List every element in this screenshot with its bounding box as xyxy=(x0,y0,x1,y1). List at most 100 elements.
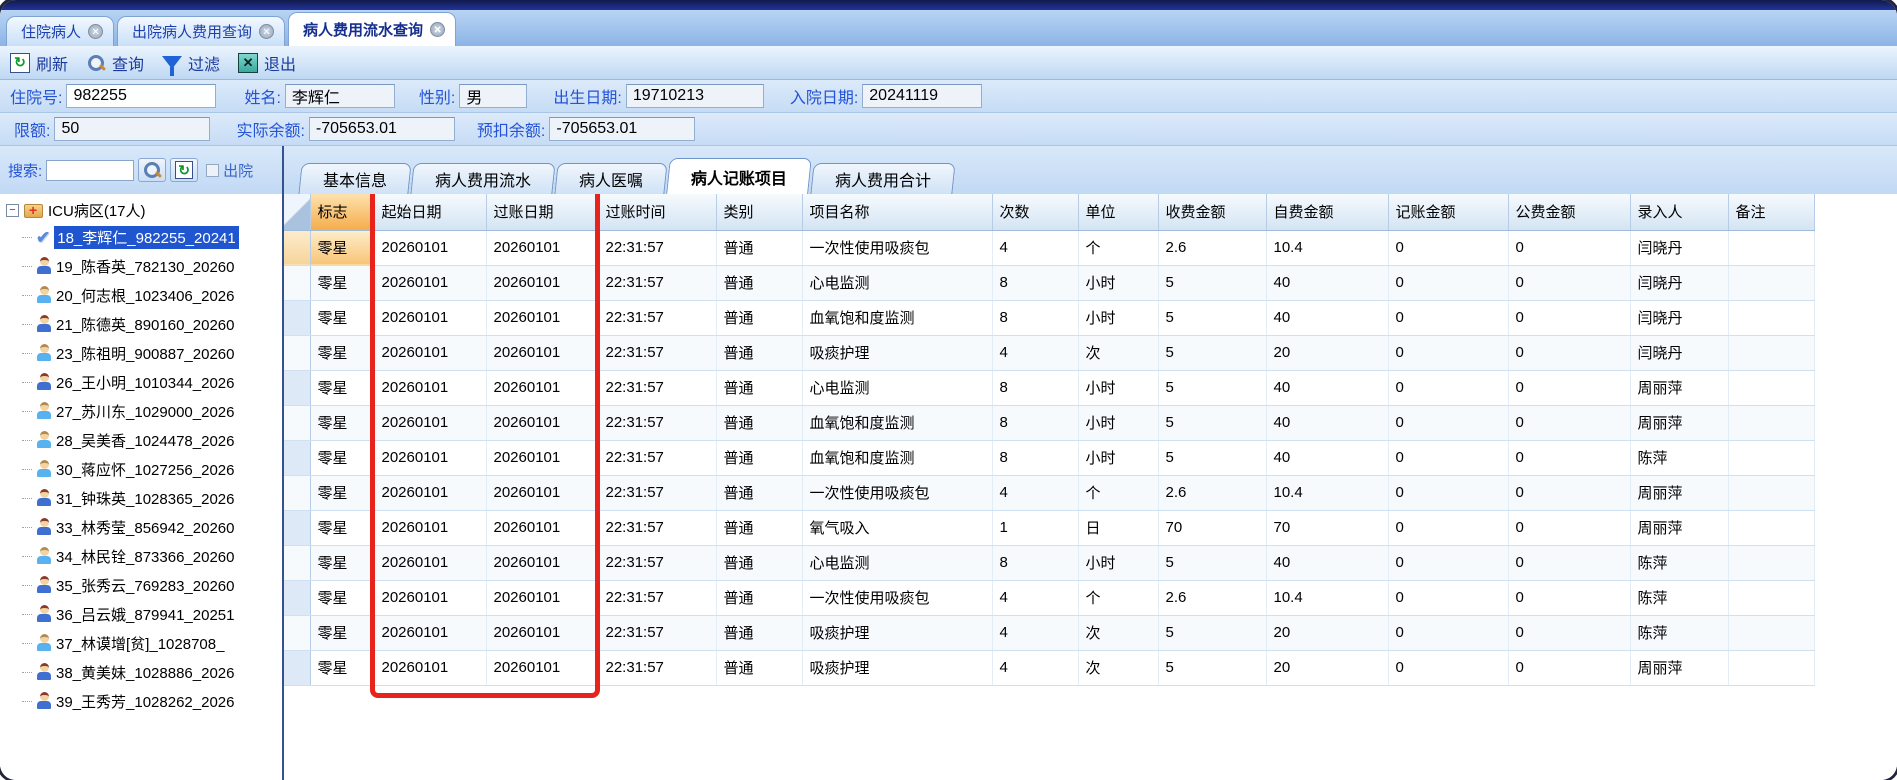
collapse-icon[interactable]: − xyxy=(6,204,19,217)
tree-connector xyxy=(22,382,32,383)
search-input[interactable] xyxy=(46,159,135,181)
tree-item-patient[interactable]: 31_钟珠英_1028365_2026 xyxy=(0,484,282,513)
table-row[interactable]: 零星 20260101 20260101 22:31:57 普通 心电监测 8 小时 5 40 0 0… xyxy=(284,545,1815,581)
cell: 5 xyxy=(1158,615,1267,651)
table-row[interactable]: 零星 20260101 20260101 22:31:57 普通 吸痰护理 4 次 5 20 0 0 闫… xyxy=(284,335,1815,371)
female-patient-icon xyxy=(36,662,52,683)
tab-inpatients[interactable]: 住院病人 ✕ xyxy=(6,16,115,46)
table-row[interactable]: 零星 20260101 20260101 22:31:57 普通 一次性使用吸痰包 4 个 2.… xyxy=(284,475,1815,511)
tab-billing-items[interactable]: 病人记账项目 xyxy=(666,158,812,194)
refresh-button[interactable]: ↻ 刷新 xyxy=(10,51,68,75)
cell: 20260101 xyxy=(374,300,487,336)
patient-tree: ✔ 18_李辉仁_982255_20241 19_陈香英_782130_20260 2… xyxy=(0,223,282,716)
cell: 陈萍 xyxy=(1630,440,1729,476)
cell: 2.6 xyxy=(1158,475,1267,511)
cell xyxy=(1728,580,1815,616)
cell: 零星 xyxy=(310,335,375,371)
table-row[interactable]: 零星 20260101 20260101 22:31:57 普通 血氧饱和度监测 8 小时 5 4… xyxy=(284,300,1815,336)
refresh-icon: ↻ xyxy=(10,52,30,73)
close-icon[interactable]: ✕ xyxy=(259,24,275,39)
row-indicator xyxy=(284,615,311,651)
cell: 0 xyxy=(1388,650,1509,686)
query-label: 查询 xyxy=(112,56,145,74)
column-header[interactable]: 单位 xyxy=(1078,194,1159,231)
tree-item-patient[interactable]: 26_王小明_1010344_2026 xyxy=(0,368,282,397)
close-icon[interactable]: ✕ xyxy=(88,24,104,39)
table-row[interactable]: 零星 20260101 20260101 22:31:57 普通 血氧饱和度监测 8 小时 5 4… xyxy=(284,440,1815,476)
table-row[interactable]: 零星 20260101 20260101 22:31:57 普通 一次性使用吸痰包 4 个 2.… xyxy=(284,230,1815,266)
cell: 零星 xyxy=(310,545,375,581)
column-header[interactable]: 记账金额 xyxy=(1388,194,1509,231)
cell: 20260101 xyxy=(374,475,487,511)
close-icon[interactable]: ✕ xyxy=(430,22,446,37)
column-header[interactable]: 标志 xyxy=(310,194,375,231)
table-row[interactable]: 零星 20260101 20260101 22:31:57 普通 吸痰护理 4 次 5 20 0 0 陈… xyxy=(284,615,1815,651)
exit-button[interactable]: ✕ 退出 xyxy=(238,51,296,75)
tree-item-patient[interactable]: 21_陈德英_890160_20260 xyxy=(0,310,282,339)
tab-basic-info[interactable]: 基本信息 xyxy=(298,163,412,194)
column-header[interactable]: 起始日期 xyxy=(374,194,487,231)
cell: 陈萍 xyxy=(1630,580,1729,616)
tree-item-patient[interactable]: ✔ 18_李辉仁_982255_20241 xyxy=(0,223,282,252)
cell: 22:31:57 xyxy=(598,545,717,581)
tab-patient-fee-flow-query[interactable]: 病人费用流水查询 ✕ xyxy=(288,12,457,46)
cell: 22:31:57 xyxy=(598,475,717,511)
column-header[interactable]: 备注 xyxy=(1728,194,1815,231)
column-header[interactable]: 公费金额 xyxy=(1508,194,1631,231)
tree-item-patient[interactable]: 36_吕云娥_879941_20251 xyxy=(0,600,282,629)
column-header[interactable]: 过账时间 xyxy=(598,194,717,231)
tab-doctor-orders[interactable]: 病人医嘱 xyxy=(554,163,668,194)
patient-label: 21_陈德英_890160_20260 xyxy=(56,317,235,334)
cell: 20260101 xyxy=(486,405,599,441)
table-row[interactable]: 零星 20260101 20260101 22:31:57 普通 心电监测 8 小时 5 40 0 0… xyxy=(284,265,1815,301)
column-header[interactable]: 录入人 xyxy=(1630,194,1729,231)
table-row[interactable]: 零星 20260101 20260101 22:31:57 普通 血氧饱和度监测 8 小时 5 4… xyxy=(284,405,1815,441)
patient-tree-panel: − ICU病区(17人) ✔18_李辉仁_982255_20241 19_陈香英_… xyxy=(0,194,284,780)
tree-item-patient[interactable]: 38_黄美妹_1028886_2026 xyxy=(0,658,282,687)
tree-item-patient[interactable]: 28_吴美香_1024478_2026 xyxy=(0,426,282,455)
tree-item-patient[interactable]: 30_蒋应怀_1027256_2026 xyxy=(0,455,282,484)
grid-corner-cell[interactable] xyxy=(284,194,311,231)
cell xyxy=(1728,615,1815,651)
tab-fee-flow[interactable]: 病人费用流水 xyxy=(410,163,556,194)
tree-item-patient[interactable]: 20_何志根_1023406_2026 xyxy=(0,281,282,310)
cell: 普通 xyxy=(716,615,803,651)
column-header[interactable]: 次数 xyxy=(992,194,1079,231)
tree-item-patient[interactable]: 27_苏川东_1029000_2026 xyxy=(0,397,282,426)
table-row[interactable]: 零星 20260101 20260101 22:31:57 普通 心电监测 8 小时 5 40 0 0… xyxy=(284,370,1815,406)
row-indicator xyxy=(284,440,311,476)
table-row[interactable]: 零星 20260101 20260101 22:31:57 普通 吸痰护理 4 次 5 20 0 0 周… xyxy=(284,650,1815,686)
mid-row: 搜索: ↻ 出院 基本信息 病人费用流水 病人医嘱 病人记账项目 病人费用合计 xyxy=(0,146,1897,194)
tab-fee-total[interactable]: 病人费用合计 xyxy=(810,163,956,194)
filter-button[interactable]: 过滤 xyxy=(162,51,220,76)
row-indicator xyxy=(284,580,311,616)
column-header[interactable]: 过账日期 xyxy=(486,194,599,231)
query-button[interactable]: 查询 xyxy=(86,51,144,75)
cell: 40 xyxy=(1266,405,1389,441)
column-header[interactable]: 收费金额 xyxy=(1158,194,1267,231)
tree-item-patient[interactable]: 37_林谟增[贫]_1028708_ xyxy=(0,629,282,658)
column-header[interactable]: 项目名称 xyxy=(802,194,993,231)
tree-item-patient[interactable]: 35_张秀云_769283_20260 xyxy=(0,571,282,600)
cell: 零星 xyxy=(310,510,375,546)
tree-item-patient[interactable]: 33_林秀莹_856942_20260 xyxy=(0,513,282,542)
discharged-checkbox[interactable] xyxy=(206,163,220,177)
column-header[interactable]: 自费金额 xyxy=(1266,194,1389,231)
search-go-button[interactable] xyxy=(138,158,167,182)
tree-item-patient[interactable]: 23_陈祖明_900887_20260 xyxy=(0,339,282,368)
discharged-checkbox-label: 出院 xyxy=(223,162,254,180)
refresh-list-button[interactable]: ↻ xyxy=(170,158,199,182)
column-header[interactable]: 类别 xyxy=(716,194,803,231)
tab-discharged-fee-query[interactable]: 出院病人费用查询 ✕ xyxy=(117,16,286,46)
cell xyxy=(1728,475,1815,511)
table-row[interactable]: 零星 20260101 20260101 22:31:57 普通 氧气吸入 1 日 70 70 0 0… xyxy=(284,510,1815,546)
tree-item-patient[interactable]: 19_陈香英_782130_20260 xyxy=(0,252,282,281)
cell: 4 xyxy=(992,580,1079,616)
tree-root-ward[interactable]: − ICU病区(17人) xyxy=(0,198,282,223)
admission-no-field[interactable]: 982255 xyxy=(66,84,217,108)
tree-connector xyxy=(22,614,32,615)
table-row[interactable]: 零星 20260101 20260101 22:31:57 普通 一次性使用吸痰包 4 个 2.… xyxy=(284,580,1815,616)
tree-item-patient[interactable]: 34_林民铨_873366_20260 xyxy=(0,542,282,571)
tree-item-patient[interactable]: 39_王秀芳_1028262_2026 xyxy=(0,687,282,716)
cell: 0 xyxy=(1508,475,1631,511)
